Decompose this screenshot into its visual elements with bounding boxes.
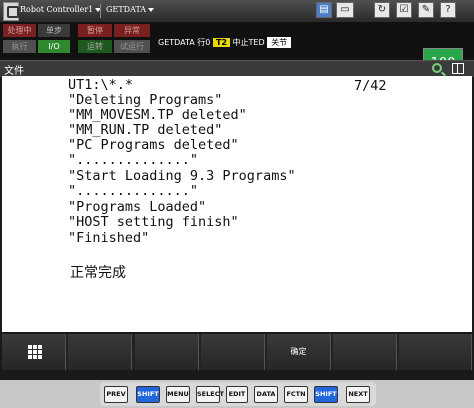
f6-key[interactable] [333,334,397,370]
f1-key[interactable] [2,334,66,370]
output-line: ".............." [68,183,199,199]
title-bar: Robot Controller1 GETDATA ▤ ▭ ↻ ☑ ✎ ? [0,0,474,22]
output-line: "PC Programs deleted" [68,137,239,153]
help-icon[interactable]: ? [440,2,456,18]
refresh-icon[interactable]: ↻ [374,2,390,18]
output-line: "Programs Loaded" [68,199,207,215]
shift-key-left[interactable]: SHIFT [136,386,160,403]
edit-key[interactable]: EDIT [226,386,248,403]
led-prod: 运转 [78,40,112,53]
fctn-key[interactable]: FCTN [284,386,308,403]
output-line: "Finished" [68,230,150,246]
file-output-area: UT1:\*.* 7/42 "Deleting Programs" "MM_MO… [2,76,472,332]
select-key[interactable]: SELECT [196,386,224,403]
screen-title: 文件 [4,66,24,77]
led-tcyc: 试运行 [114,40,150,53]
f5-confirm-key[interactable]: 确定 [267,334,331,370]
layout-icon[interactable] [452,63,464,74]
check-icon[interactable]: ☑ [396,2,412,18]
next-key[interactable]: NEXT [346,386,370,403]
grid-menu-icon [28,345,42,359]
f7-key[interactable] [399,334,472,370]
keyboard-icon[interactable]: ▭ [336,2,354,18]
function-key-bar: 确定 [2,334,472,370]
hardware-key-strip: PREV SHIFT MENU SELECT EDIT DATA FCTN SH… [100,382,376,406]
program-state: 中止TED [232,38,265,47]
f2-key[interactable] [68,334,132,370]
menu-key[interactable]: MENU [166,386,190,403]
edit-pen-icon[interactable]: ✎ [418,2,434,18]
line-counter: 7/42 [354,78,387,94]
divider [100,4,101,18]
output-line: "Start Loading 9.3 Programs" [68,168,296,184]
led-io: I/O [38,40,70,53]
led-hold: 暂停 [78,24,112,37]
home-icon[interactable] [3,2,19,21]
output-line: ".............." [68,152,199,168]
coordinate-badge: 关节 [267,37,292,48]
mode-badge: T2 [212,38,230,47]
output-line: "HOST setting finish" [68,214,239,230]
f4-key[interactable] [201,334,265,370]
f3-key[interactable] [135,334,199,370]
program-menu[interactable]: GETDATA [106,5,154,14]
output-line: "Deleting Programs" [68,92,223,108]
program-line: 行0 [197,38,211,47]
output-line: "MM_MOVESM.TP deleted" [68,107,247,123]
led-busy: 处理中 [3,24,36,37]
program-name: GETDATA [158,38,195,47]
robot-controller-menu[interactable]: Robot Controller1 [20,5,102,14]
chevron-down-icon [148,8,154,12]
led-fault: 异常 [114,24,150,37]
prev-key[interactable]: PREV [104,386,128,403]
output-line: "MM_RUN.TP deleted" [68,122,223,138]
screen-header: 文件 [0,60,474,77]
led-run: 执行 [3,40,36,53]
led-step: 单步 [38,24,70,37]
shift-key-right[interactable]: SHIFT [314,386,338,403]
zoom-icon[interactable] [432,63,442,73]
completion-message: 正常完成 [70,265,126,281]
program-status-line: GETDATA 行0 T2 中止TED 关节 [158,37,292,48]
data-key[interactable]: DATA [254,386,278,403]
robot-menu-label: Robot Controller1 [20,5,94,14]
program-menu-label: GETDATA [106,5,146,14]
status-view-icon[interactable]: ▤ [316,2,332,18]
teach-pendant-screen: Robot Controller1 GETDATA ▤ ▭ ↻ ☑ ✎ ? 处理… [0,0,474,380]
path-line: UT1:\*.* [68,77,134,93]
